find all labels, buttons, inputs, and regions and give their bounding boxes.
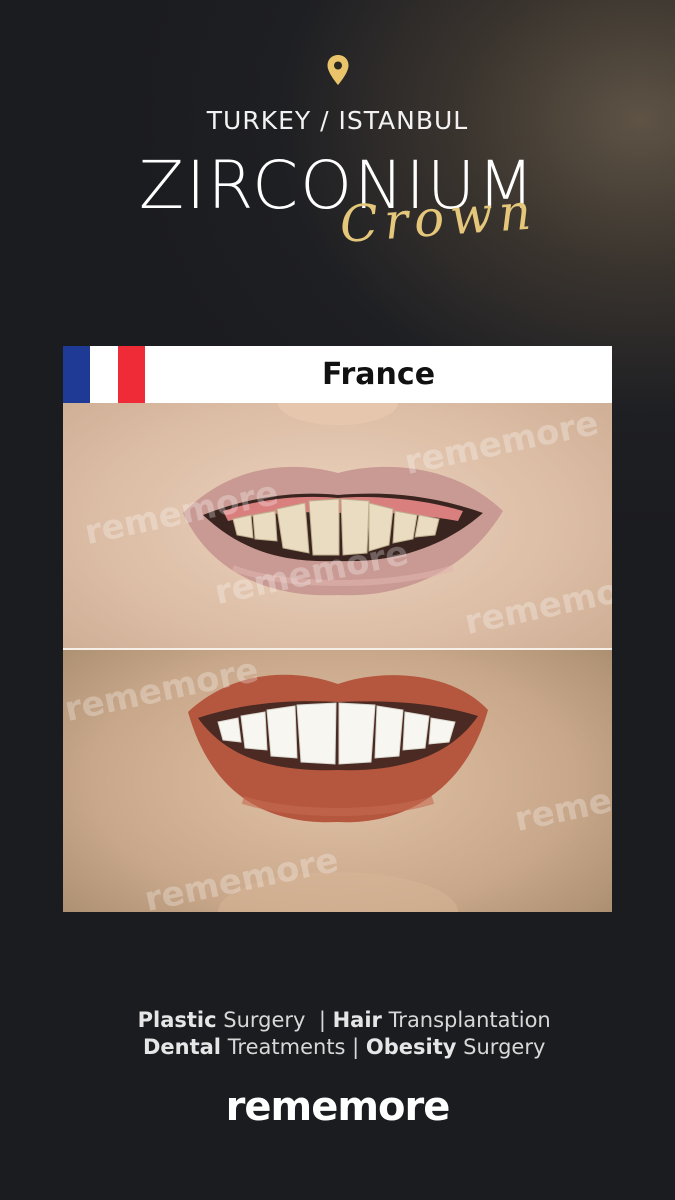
divider bbox=[63, 648, 612, 650]
services-line-2: Dental Treatments | Obesity Surgery bbox=[0, 1011, 675, 1059]
after-photo: rememore rememore rememore bbox=[63, 650, 612, 912]
before-photo: rememore rememore rememore rememore bbox=[63, 403, 612, 648]
location-text: TURKEY / ISTANBUL bbox=[206, 106, 469, 135]
location-pin-icon bbox=[327, 55, 349, 85]
before-after-photo: France rememore rememore rememore rememo… bbox=[63, 346, 612, 912]
country-label: France bbox=[321, 357, 436, 392]
script-subtitle: Crown bbox=[337, 182, 539, 254]
service-obesity-rest: Surgery bbox=[456, 1035, 546, 1059]
brand-logo: rememore bbox=[225, 1084, 451, 1130]
service-obesity-bold: Obesity bbox=[365, 1035, 457, 1059]
service-dental-bold: Dental bbox=[142, 1035, 222, 1059]
page-title: ZIRCONIUM bbox=[138, 147, 537, 224]
country-banner: France bbox=[63, 346, 612, 403]
service-dental-rest: Treatments | bbox=[221, 1035, 366, 1059]
france-flag-icon bbox=[63, 346, 145, 403]
